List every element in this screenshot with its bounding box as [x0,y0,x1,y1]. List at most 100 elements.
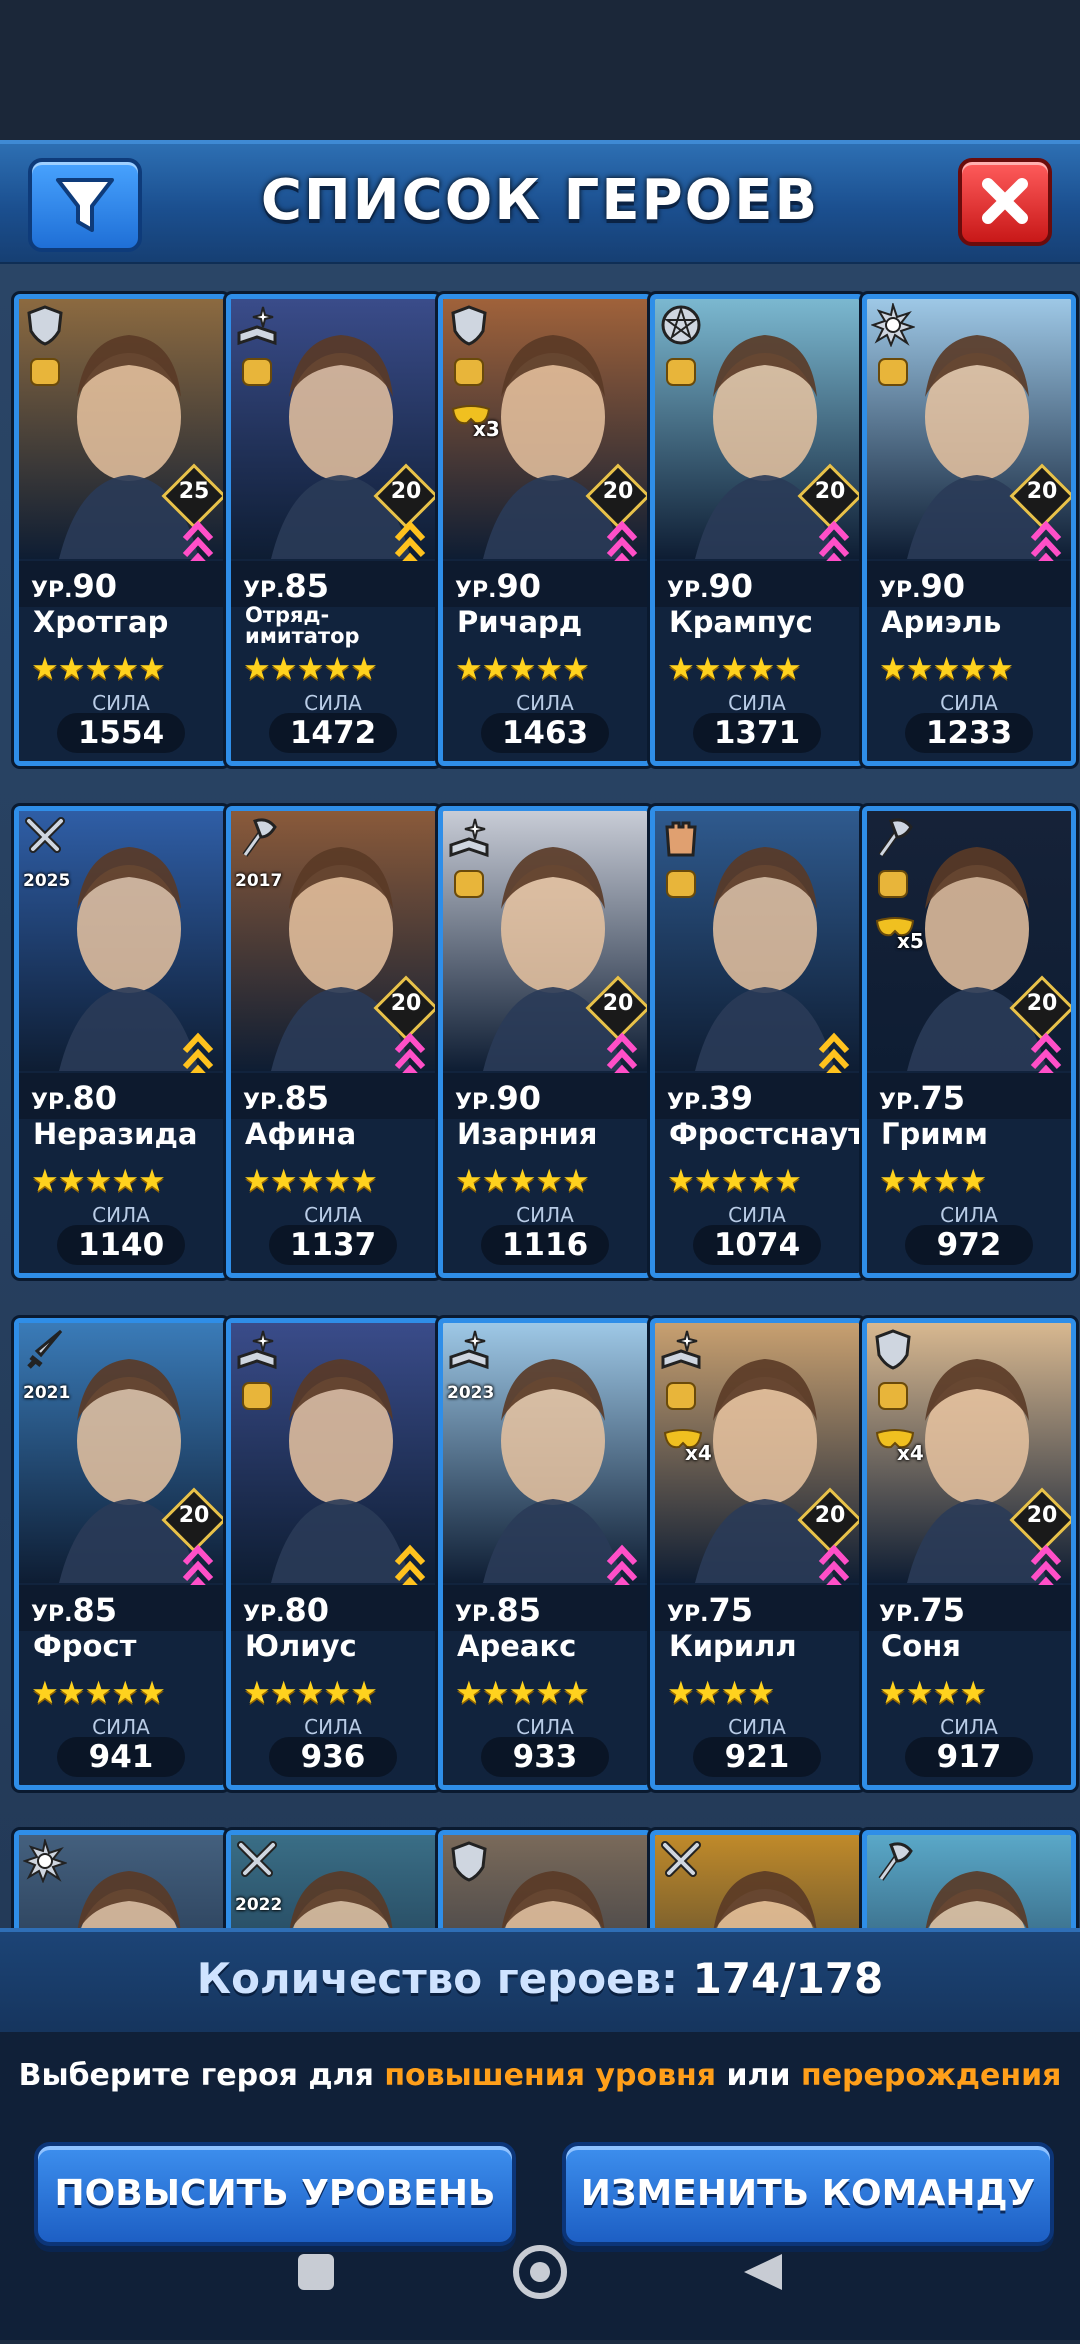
rank-number: 20 [390,479,422,504]
hero-power: 972 [905,1225,1033,1265]
level-row: УР.80 [231,1585,435,1631]
hero-stars: ★★★★★ [667,1163,802,1199]
rank-number: 20 [390,991,422,1016]
event-year-badge: 2023 [447,1383,495,1403]
power-label: СИЛА [92,691,150,715]
costume-count: x4 [897,1441,924,1465]
hero-card[interactable]: 20 УР.90 Ариэль ★★★★★ СИЛА 1233 [862,294,1076,766]
hero-card[interactable] [14,1830,228,1928]
level-value: 90 [72,567,117,605]
hero-power: 941 [57,1737,185,1777]
event-year-badge: 2025 [23,871,71,891]
hero-name: Кирилл [669,1629,797,1663]
book-icon [447,1327,491,1371]
swords-icon [23,815,67,859]
hero-card[interactable]: 25 УР.90 Хротгар ★★★★★ СИЛА 1554 [14,294,228,766]
rank-number: 20 [814,479,846,504]
hero-level: УР.85 [243,1079,329,1117]
family-icon [875,355,911,389]
hero-card[interactable]: x4 20 УР.75 Кирилл ★★★★ СИЛА 921 [650,1318,864,1790]
system-nav-bar [0,2230,1080,2340]
hero-stars: ★★★★★ [455,1675,590,1711]
hero-stars: ★★★★★ [243,651,378,687]
level-prefix: УР. [243,578,285,603]
hero-stars: ★★★★★ [455,651,590,687]
hero-card[interactable]: x5 20 УР.75 Гримм ★★★★ СИЛА 972 [862,806,1076,1278]
hero-level: УР.39 [667,1079,753,1117]
hero-card[interactable]: 2021 20 УР.85 Фрост ★★★★★ СИЛА 941 [14,1318,228,1790]
family-icon [451,867,487,901]
hero-card[interactable]: 2025 УР.80 Неразида ★★★★★ СИЛА 1140 [14,806,228,1278]
family-icon [239,1379,275,1413]
level-prefix: УР. [879,1090,921,1115]
hero-card[interactable] [650,1830,864,1928]
level-prefix: УР. [455,1090,497,1115]
costume-count: x3 [473,417,500,441]
close-button[interactable] [958,158,1052,246]
level-row: УР.75 [867,1585,1071,1631]
hero-card[interactable]: УР.80 Юлиус ★★★★★ СИЛА 936 [226,1318,440,1790]
tower-icon [659,815,703,859]
rank-number: 20 [178,1503,210,1528]
hero-name: Крампус [669,605,813,639]
hero-name: Соня [881,1629,961,1663]
book-icon [235,1327,279,1371]
power-label: СИЛА [304,691,362,715]
power-label: СИЛА [516,1715,574,1739]
hint-mid: или [726,2058,791,2093]
hero-stars: ★★★★★ [879,651,1014,687]
hero-stars: ★★★★★ [455,1163,590,1199]
level-value: 90 [496,1079,541,1117]
sun-icon [22,1837,69,1884]
hero-card[interactable]: 2023 УР.85 Ареакс ★★★★★ СИЛА 933 [438,1318,652,1790]
family-icon [663,1379,699,1413]
hint-level-up: повышения уровня [384,2058,717,2093]
level-prefix: УР. [243,1602,285,1627]
hero-stars: ★★★★★ [667,651,802,687]
hero-stars: ★★★★★ [31,1675,166,1711]
costume-count: x4 [685,1441,712,1465]
level-row: УР.85 [231,1073,435,1119]
level-value: 90 [708,567,753,605]
hero-card[interactable]: 2022 [226,1830,440,1928]
hero-level: УР.90 [455,567,541,605]
hero-card[interactable] [862,1830,1076,1928]
hero-level: УР.85 [455,1591,541,1629]
hero-card[interactable]: УР.39 Фростснаут ★★★★★ СИЛА 1074 [650,806,864,1278]
level-prefix: УР. [31,1090,73,1115]
level-value: 85 [496,1591,541,1629]
hero-power: 917 [905,1737,1033,1777]
hero-power: 1074 [693,1225,821,1265]
hero-card[interactable] [438,1830,652,1928]
close-icon [982,178,1028,224]
sun-icon [870,301,917,348]
hero-card[interactable]: x3 20 УР.90 Ричард ★★★★★ СИЛА 1463 [438,294,652,766]
dagger-icon [23,1327,67,1371]
shield-icon [871,1327,915,1371]
event-year-badge: 2017 [235,871,283,891]
hero-card[interactable]: 20 УР.90 Крампус ★★★★★ СИЛА 1371 [650,294,864,766]
hero-level: УР.75 [879,1591,965,1629]
hero-level: УР.90 [455,1079,541,1117]
hero-stars: ★★★★★ [31,1163,166,1199]
hero-card[interactable]: 2017 20 УР.85 Афина ★★★★★ СИЛА 1137 [226,806,440,1278]
level-prefix: УР. [243,1090,285,1115]
family-icon [239,355,275,389]
level-row: УР.90 [867,561,1071,607]
level-prefix: УР. [879,578,921,603]
hero-stars: ★★★★ [879,1675,987,1711]
event-year-badge: 2021 [23,1383,71,1403]
hero-level: УР.80 [243,1591,329,1629]
hero-card[interactable]: 20 УР.85 Отряд-имитатор ★★★★★ СИЛА 1472 [226,294,440,766]
hero-name: Афина [245,1117,357,1151]
hero-count-value: 174/178 [692,1954,884,2003]
level-prefix: УР. [455,578,497,603]
hero-level: УР.75 [879,1079,965,1117]
event-year-badge: 2022 [235,1895,283,1915]
costume-count: x5 [897,929,924,953]
hero-card[interactable]: x4 20 УР.75 Соня ★★★★ СИЛА 917 [862,1318,1076,1790]
hero-card[interactable]: 20 УР.90 Изарния ★★★★★ СИЛА 1116 [438,806,652,1278]
hero-stars: ★★★★★ [31,651,166,687]
hero-level: УР.75 [667,1591,753,1629]
level-value: 85 [284,567,329,605]
